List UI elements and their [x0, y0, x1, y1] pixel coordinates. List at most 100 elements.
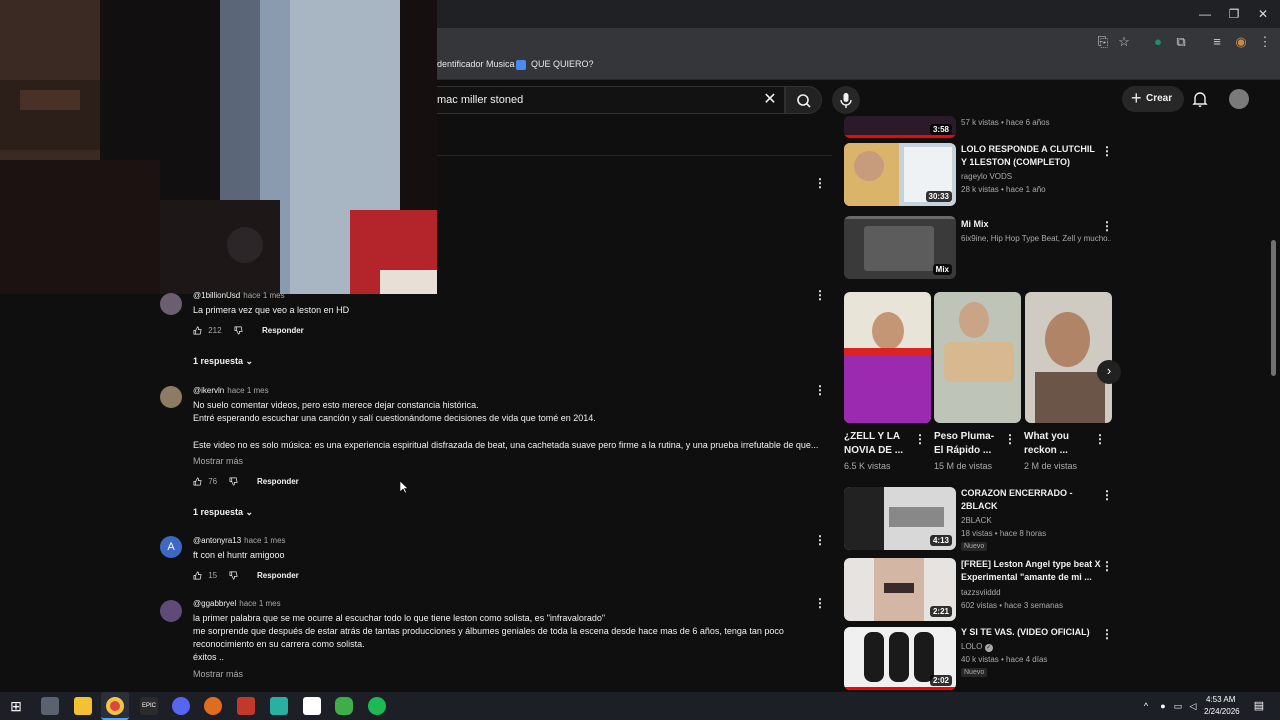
comment-author[interactable]: @antonyra13 hace 1 mes — [193, 536, 286, 545]
extension-green-icon[interactable]: ● — [1149, 33, 1167, 51]
like-icon[interactable] — [193, 477, 202, 486]
microphone-tray-icon[interactable]: ● — [1157, 697, 1169, 715]
short-options-icon[interactable]: ⋮ — [1094, 431, 1106, 447]
view-replies-button[interactable]: 1 respuesta ⌄ — [193, 356, 253, 367]
video-title[interactable]: Y SI TE VAS. (VIDEO OFICIAL) — [961, 626, 1101, 639]
dislike-icon[interactable] — [229, 477, 238, 486]
bookmark-identificador[interactable]: dentificador Musica — [437, 59, 515, 69]
clock-time[interactable]: 4:53 AM — [1206, 695, 1235, 704]
tray-chevron-icon[interactable]: ^ — [1140, 697, 1152, 715]
short-options-icon[interactable]: ⋮ — [914, 431, 926, 447]
windows-start-icon[interactable]: ⊞ — [7, 697, 25, 715]
comment-author[interactable]: @ikervln hace 1 mes — [193, 386, 269, 395]
video-options-icon[interactable]: ⋮ — [1101, 558, 1113, 574]
comment-options-icon[interactable]: ⋮ — [814, 595, 826, 611]
volume-icon[interactable]: ◁ — [1187, 697, 1199, 715]
mix-thumbnail[interactable]: Mix — [844, 216, 956, 279]
restore-icon[interactable]: ❐ — [1219, 4, 1249, 24]
commenter-avatar[interactable] — [160, 600, 182, 622]
like-icon[interactable] — [193, 571, 202, 580]
video-options-icon[interactable]: ⋮ — [1101, 487, 1113, 503]
epic-games-icon[interactable]: EPIC — [140, 697, 158, 715]
video-channel[interactable]: 2BLACK — [961, 516, 992, 525]
search-input[interactable]: mac miller stoned — [437, 86, 785, 114]
search-button[interactable] — [785, 86, 822, 114]
voicemeeter-icon[interactable] — [237, 697, 255, 715]
short-thumbnail[interactable] — [934, 292, 1021, 423]
show-more-button[interactable]: Mostrar más — [193, 456, 243, 466]
microphone-icon — [840, 93, 852, 108]
account-avatar[interactable] — [1229, 89, 1249, 109]
network-icon[interactable]: ▭ — [1172, 697, 1184, 715]
notifications-bell-icon[interactable] — [1190, 89, 1210, 109]
bookmark-star-icon[interactable]: ☆ — [1115, 33, 1133, 51]
task-view-icon[interactable] — [41, 697, 59, 715]
video-options-icon[interactable]: ⋮ — [1101, 626, 1113, 642]
clear-search-icon[interactable]: ✕ — [760, 90, 780, 110]
short-thumbnail[interactable] — [1025, 292, 1112, 423]
like-icon[interactable] — [193, 326, 202, 335]
install-app-icon[interactable]: ⎘ — [1094, 33, 1112, 51]
reply-button[interactable]: Responder — [257, 571, 299, 580]
comment-text-line: No suelo comentar videos, pero esto mere… — [193, 400, 479, 410]
commenter-avatar[interactable] — [160, 386, 182, 408]
commenter-avatar[interactable]: A — [160, 536, 182, 558]
minimize-icon[interactable]: — — [1190, 4, 1220, 24]
commenter-avatar[interactable] — [160, 293, 182, 315]
video-options-icon[interactable]: ⋮ — [1101, 218, 1113, 234]
video-options-icon[interactable]: ⋮ — [1101, 143, 1113, 159]
dislike-icon[interactable] — [234, 326, 243, 335]
page-scrollbar[interactable] — [1271, 240, 1276, 376]
show-more-button[interactable]: Mostrar más — [193, 669, 243, 679]
video-thumbnail[interactable]: 3:58 — [844, 116, 956, 138]
reply-button[interactable]: Responder — [257, 477, 299, 486]
short-thumbnail[interactable] — [844, 292, 931, 423]
short-title[interactable]: What you reckon ... — [1024, 430, 1094, 458]
comment-options-icon[interactable]: ⋮ — [814, 382, 826, 398]
video-title[interactable]: [FREE] Leston Angel type beat X Experime… — [961, 558, 1101, 584]
short-title[interactable]: ¿ZELL Y LA NOVIA DE ... — [844, 430, 914, 458]
comment-options-icon[interactable]: ⋮ — [814, 287, 826, 303]
video-channel[interactable]: rageylo VODS — [961, 172, 1012, 181]
chrome-icon[interactable] — [106, 697, 124, 715]
video-channel[interactable]: LOLO ✓ — [961, 642, 993, 652]
comment-author[interactable]: @1billionUsd hace 1 mes — [193, 291, 285, 300]
view-replies-button[interactable]: 1 respuesta ⌄ — [193, 507, 253, 518]
watch-progress — [844, 135, 956, 138]
video-thumbnail[interactable]: 4:13 — [844, 487, 956, 550]
android-app-icon[interactable] — [335, 697, 353, 715]
discord-icon[interactable] — [172, 697, 190, 715]
close-window-icon[interactable]: ✕ — [1248, 4, 1278, 24]
extensions-puzzle-icon[interactable]: ⧉ — [1172, 33, 1190, 51]
video-thumbnail[interactable]: 2:02 — [844, 627, 956, 690]
video-title[interactable]: CORAZON ENCERRADO - 2BLACK — [961, 487, 1101, 513]
profile-avatar-icon[interactable]: ◉ — [1232, 33, 1250, 51]
short-title[interactable]: Peso Pluma- El Rápido ... — [934, 430, 1004, 458]
chevron-right-icon[interactable]: › — [1097, 360, 1121, 384]
dislike-icon[interactable] — [229, 571, 238, 580]
comment-options-icon[interactable]: ⋮ — [814, 532, 826, 548]
video-thumbnail[interactable]: 30:33 — [844, 143, 956, 206]
video-title[interactable]: LOLO RESPONDE A CLUTCHIL Y 1LESTON (COMP… — [961, 143, 1101, 169]
voice-search-button[interactable] — [832, 86, 860, 114]
capcut-icon[interactable] — [303, 697, 321, 715]
comment-author[interactable]: @ggabbryel hace 1 mes — [193, 599, 281, 608]
bookmark-que-quiero[interactable]: QUE QUIERO? — [516, 59, 594, 70]
video-title[interactable]: Mi Mix — [961, 218, 1101, 231]
video-channel[interactable]: tazzsviiddd — [961, 588, 1001, 597]
video-thumbnail[interactable]: 2:21 — [844, 558, 956, 621]
notification-center-icon[interactable]: ▤ — [1252, 697, 1266, 715]
media-control-icon[interactable]: ≡ — [1208, 33, 1226, 51]
fl-studio-icon[interactable] — [204, 697, 222, 715]
spotify-icon[interactable] — [368, 697, 386, 715]
comment-text-line: la primer palabra que se me ocurre al es… — [193, 613, 606, 623]
app-teal-icon[interactable] — [270, 697, 288, 715]
file-explorer-icon[interactable] — [74, 697, 92, 715]
browser-menu-icon[interactable]: ⋮ — [1256, 33, 1274, 51]
new-badge: Nuevo — [961, 542, 988, 551]
video-options-icon[interactable]: ⋮ — [814, 175, 826, 191]
reply-button[interactable]: Responder — [262, 326, 304, 335]
windows-taskbar — [0, 692, 1280, 720]
short-options-icon[interactable]: ⋮ — [1004, 431, 1016, 447]
clock-date[interactable]: 2/24/2026 — [1204, 707, 1240, 716]
